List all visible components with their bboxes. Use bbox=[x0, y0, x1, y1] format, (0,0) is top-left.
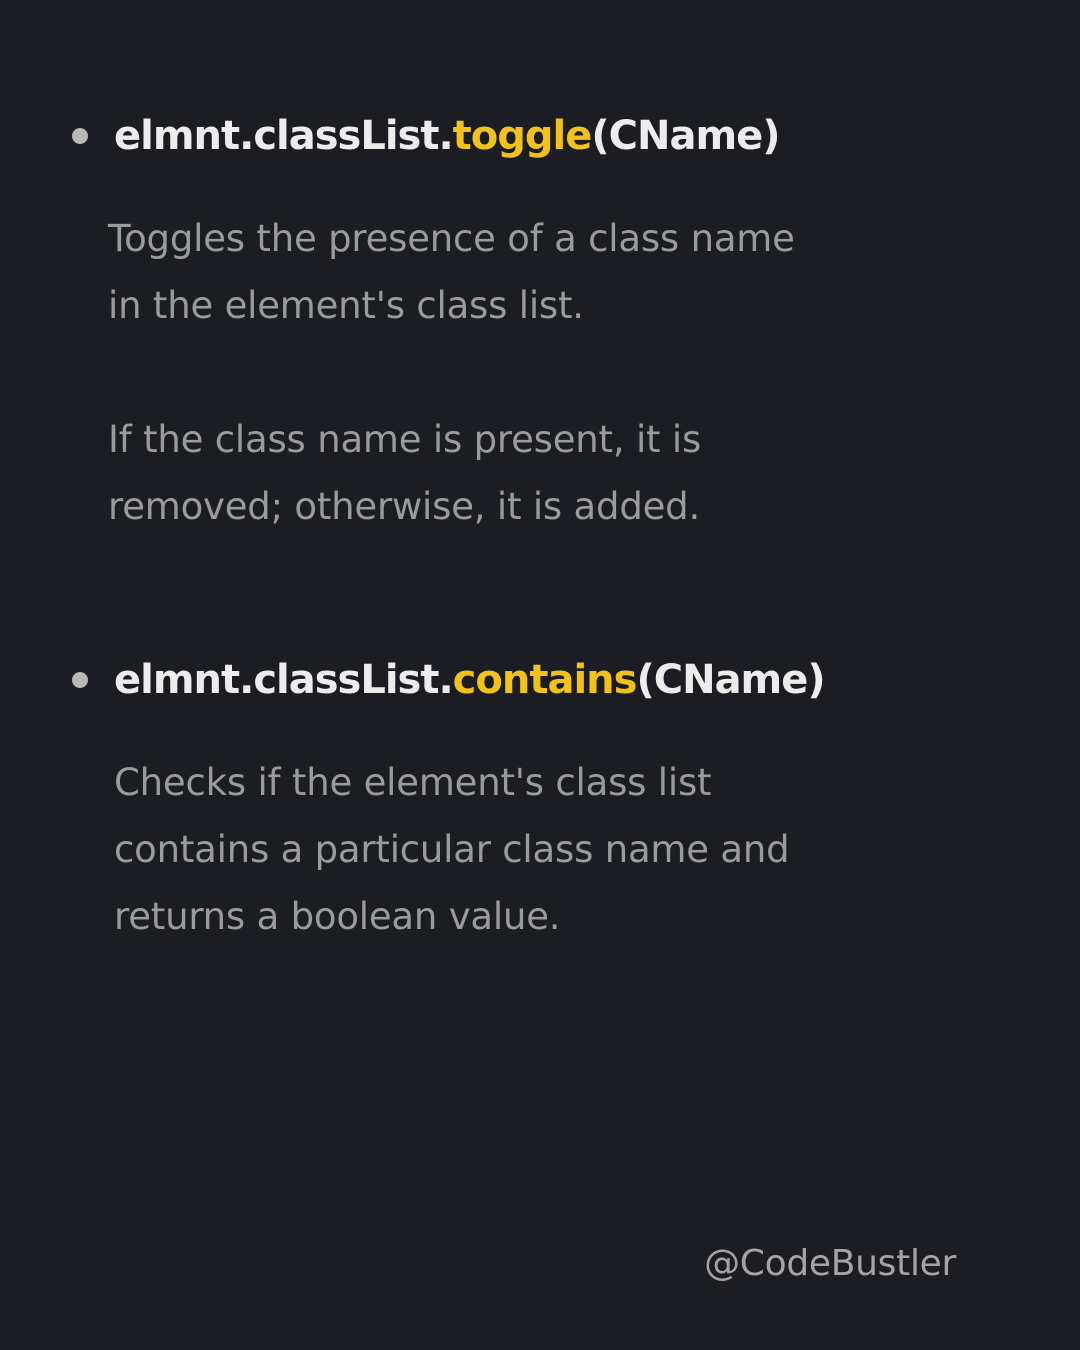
method-name: contains bbox=[452, 657, 638, 703]
description-line: in the element's class list. bbox=[108, 284, 584, 327]
method-description-extra: If the class name is present, it is remo… bbox=[108, 406, 701, 540]
method-contains: elmnt.classList.contains(CName) Checks i… bbox=[72, 652, 1032, 938]
author-handle: @CodeBustler bbox=[704, 1243, 956, 1284]
method-object: elmnt.classList. bbox=[114, 657, 454, 703]
bullet-icon bbox=[72, 128, 88, 144]
description-line: If the class name is present, it is bbox=[108, 418, 702, 461]
description-line: Toggles the presence of a class name bbox=[108, 217, 795, 260]
method-signature: elmnt.classList.toggle(CName) bbox=[114, 108, 781, 164]
description-line: returns a boolean value. bbox=[114, 895, 561, 938]
bullet-icon bbox=[72, 672, 88, 688]
description-line: contains a particular class name and bbox=[114, 828, 790, 871]
method-args: (CName) bbox=[636, 657, 825, 703]
method-heading: elmnt.classList.contains(CName) bbox=[72, 652, 1032, 708]
method-description: Checks if the element's class list conta… bbox=[114, 749, 790, 950]
description-line: Checks if the element's class list bbox=[114, 761, 712, 804]
description-line: removed; otherwise, it is added. bbox=[108, 485, 701, 528]
method-object: elmnt.classList. bbox=[114, 113, 454, 159]
method-toggle: elmnt.classList.toggle(CName) Toggles th… bbox=[72, 108, 1032, 528]
method-heading: elmnt.classList.toggle(CName) bbox=[72, 108, 1032, 164]
method-signature: elmnt.classList.contains(CName) bbox=[114, 652, 826, 708]
method-description: Toggles the presence of a class name in … bbox=[108, 205, 795, 339]
method-name: toggle bbox=[452, 113, 593, 159]
method-args: (CName) bbox=[591, 113, 780, 159]
slide: elmnt.classList.toggle(CName) Toggles th… bbox=[0, 0, 1080, 1350]
